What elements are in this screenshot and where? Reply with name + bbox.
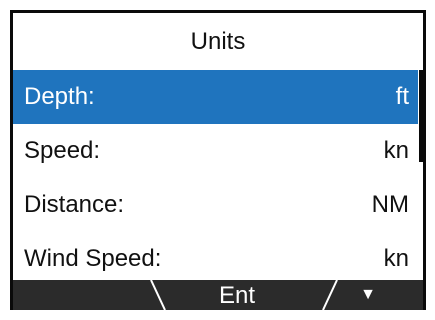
softkey-divider-left (150, 280, 166, 310)
softkey-bar: Ent ▼ (13, 280, 423, 310)
row-label: Wind Speed: (24, 245, 162, 272)
softkey-left[interactable] (13, 280, 153, 310)
row-label: Distance: (24, 191, 125, 218)
scrollbar-thumb[interactable] (419, 70, 423, 162)
units-row-depth[interactable]: Depth: ft (13, 70, 418, 124)
scrollbar[interactable] (418, 70, 423, 289)
row-value: kn (383, 137, 409, 164)
units-row-speed[interactable]: Speed: kn (13, 124, 418, 178)
row-label: Depth: (24, 83, 95, 110)
row-label: Speed: (24, 137, 101, 164)
row-value: NM (371, 191, 409, 218)
units-row-distance[interactable]: Distance: NM (13, 178, 418, 232)
enter-softkey[interactable]: Ent (173, 280, 301, 310)
units-row-wind-speed[interactable]: Wind Speed: kn (13, 232, 418, 286)
row-value: kn (383, 245, 409, 272)
row-value: ft (395, 83, 409, 110)
device-screen: Units Depth: ft Speed: kn Distance: NM W… (10, 10, 426, 310)
down-triangle-icon[interactable]: ▼ (313, 280, 423, 310)
page-title: Units (190, 28, 246, 55)
